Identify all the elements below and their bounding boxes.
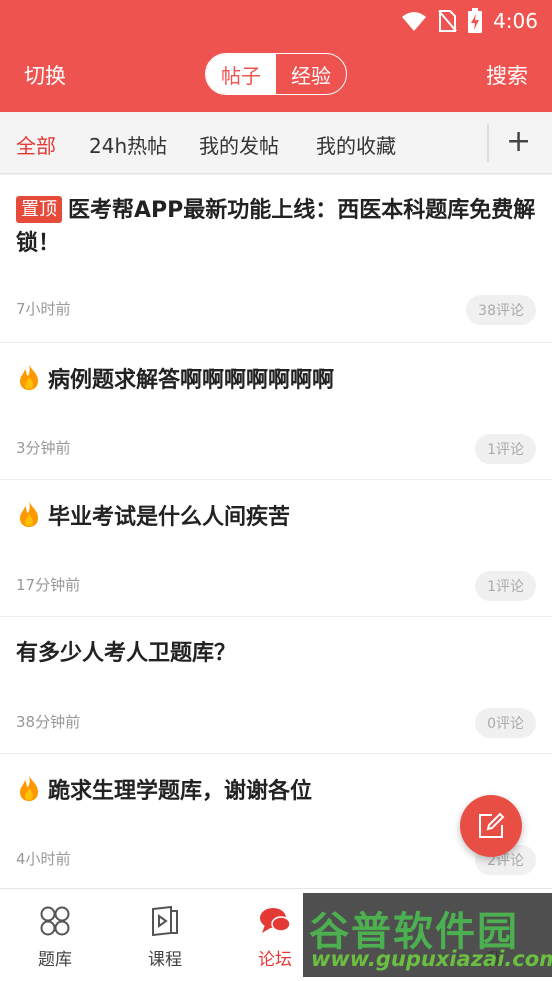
no-sim-icon xyxy=(438,10,457,32)
post-list: 置顶 医考帮APP最新功能上线：西医本科题库免费解锁！ 7小时前 38评论 病例题… xyxy=(0,175,552,891)
nav-question-bank[interactable]: 题库 xyxy=(0,889,110,981)
comment-count[interactable]: 0评论 xyxy=(475,708,536,738)
list-item[interactable]: 有多少人考人卫题库？ 38分钟前 0评论 xyxy=(0,617,552,754)
segmented-control: 帖子 经验 xyxy=(205,53,347,95)
list-item[interactable]: 毕业考试是什么人间疾苦 17分钟前 1评论 xyxy=(0,480,552,617)
search-button[interactable]: 搜索 xyxy=(486,60,528,90)
category-tabs: 全部 24h热帖 我的发帖 我的收藏 + xyxy=(0,112,552,174)
post-time: 4小时前 xyxy=(16,850,71,868)
pinned-badge: 置顶 xyxy=(16,196,62,223)
play-book-icon xyxy=(152,905,178,937)
tab-all[interactable]: 全部 xyxy=(16,130,56,159)
comment-count[interactable]: 38评论 xyxy=(466,295,536,325)
nav-label: 题库 xyxy=(38,950,72,970)
post-time: 7小时前 xyxy=(16,300,71,318)
post-title-row: 置顶 医考帮APP最新功能上线：西医本科题库免费解锁！ xyxy=(16,194,536,260)
battery-charging-icon xyxy=(468,8,483,33)
post-title: 病例题求解答啊啊啊啊啊啊啊 xyxy=(48,368,335,393)
post-title: 毕业考试是什么人间疾苦 xyxy=(48,505,291,530)
fire-icon xyxy=(20,775,38,801)
tab-24h-hot[interactable]: 24h热帖 xyxy=(89,130,167,159)
comment-count[interactable]: 1评论 xyxy=(475,434,536,464)
status-bar: 4:06 xyxy=(401,6,538,36)
switch-button[interactable]: 切换 xyxy=(24,60,66,90)
segment-experience[interactable]: 经验 xyxy=(276,54,346,94)
post-time: 17分钟前 xyxy=(16,576,81,594)
fire-icon xyxy=(20,364,38,390)
edit-icon xyxy=(479,812,505,838)
segment-posts[interactable]: 帖子 xyxy=(206,54,276,94)
post-title-row: 有多少人考人卫题库？ xyxy=(16,637,536,670)
post-time: 3分钟前 xyxy=(16,439,71,457)
add-category-button[interactable]: + xyxy=(506,124,531,159)
post-title: 跪求生理学题库，谢谢各位 xyxy=(48,779,313,804)
watermark: 谷普软件园 www.gupuxiazai.com xyxy=(303,893,552,977)
tab-my-favorites[interactable]: 我的收藏 xyxy=(316,130,396,159)
chat-bubble-icon xyxy=(260,908,291,933)
post-title-row: 病例题求解答啊啊啊啊啊啊啊 xyxy=(16,363,536,397)
post-time: 38分钟前 xyxy=(16,713,81,731)
tab-my-posts[interactable]: 我的发帖 xyxy=(199,130,279,159)
post-title: 医考帮APP最新功能上线：西医本科题库免费解锁！ xyxy=(16,198,536,256)
fire-icon xyxy=(20,501,38,527)
list-item[interactable]: 置顶 医考帮APP最新功能上线：西医本科题库免费解锁！ 7小时前 38评论 xyxy=(0,175,552,343)
top-app-bar: 4:06 切换 帖子 经验 搜索 xyxy=(0,0,552,112)
nav-label: 课程 xyxy=(148,950,182,970)
comment-count[interactable]: 1评论 xyxy=(475,571,536,601)
compose-post-button[interactable] xyxy=(460,795,522,857)
post-title-row: 毕业考试是什么人间疾苦 xyxy=(16,500,536,534)
grid-icon xyxy=(40,906,70,936)
wifi-icon xyxy=(402,12,427,31)
list-item[interactable]: 病例题求解答啊啊啊啊啊啊啊 3分钟前 1评论 xyxy=(0,343,552,480)
post-title-row: 跪求生理学题库，谢谢各位 xyxy=(16,774,536,808)
post-title: 有多少人考人卫题库？ xyxy=(16,641,237,666)
tab-divider xyxy=(487,124,489,162)
watermark-url: www.gupuxiazai.com xyxy=(311,947,552,971)
nav-courses[interactable]: 课程 xyxy=(110,889,220,981)
status-time: 4:06 xyxy=(493,9,538,33)
